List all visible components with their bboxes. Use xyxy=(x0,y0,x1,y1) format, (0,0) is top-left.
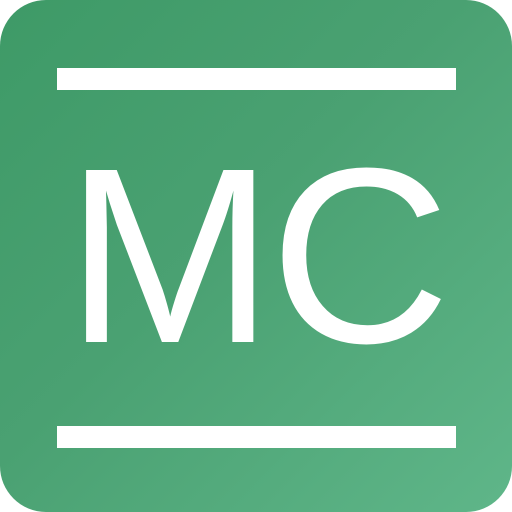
top-rule xyxy=(57,68,456,90)
monogram-text: MC xyxy=(65,116,451,395)
bottom-rule xyxy=(57,426,456,448)
app-icon[interactable]: MC xyxy=(0,0,512,512)
